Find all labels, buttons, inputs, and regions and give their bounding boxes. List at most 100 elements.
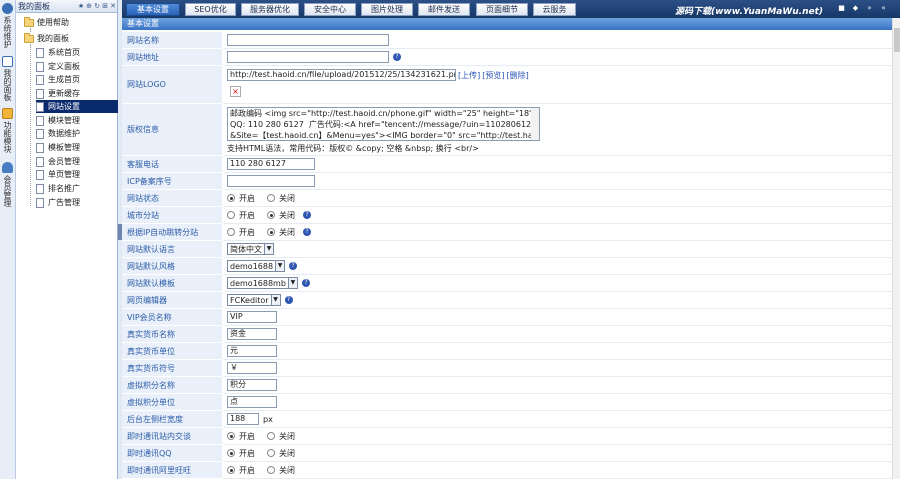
row-credit-unit: 点 bbox=[223, 394, 892, 411]
tree-title: 我的面板 bbox=[18, 1, 50, 11]
tab-server[interactable]: 服务器优化 bbox=[241, 3, 299, 16]
im-chat-on-radio[interactable] bbox=[227, 432, 235, 440]
chevron-down-icon: ▼ bbox=[275, 261, 285, 271]
expand-icon[interactable]: ⊞ bbox=[101, 2, 109, 11]
tree-item-data-maintain[interactable]: 数据维护 bbox=[36, 127, 80, 140]
vip-name-input[interactable]: VIP bbox=[227, 311, 277, 323]
help-icon[interactable]: ? bbox=[303, 228, 311, 236]
window-forward-icon[interactable]: » bbox=[865, 4, 874, 13]
im-ali-on-radio[interactable] bbox=[227, 466, 235, 474]
help-icon[interactable]: ? bbox=[303, 211, 311, 219]
scrollbar-thumb[interactable] bbox=[894, 28, 900, 52]
template-select[interactable]: demo1688mb ▼ bbox=[227, 277, 298, 289]
row-template: demo1688mb ▼ ? bbox=[223, 275, 892, 292]
site-name-input[interactable] bbox=[227, 34, 389, 46]
window-back-icon[interactable]: « bbox=[879, 4, 888, 13]
window-restore-icon[interactable]: ■ bbox=[837, 4, 846, 13]
im-qq-on-radio[interactable] bbox=[227, 449, 235, 457]
tree-header: 我的面板 ★ ⊕ ↻ ⊞ ✕ bbox=[16, 0, 117, 13]
left-module-strip: 系统维护 我的面板 功能模块 会员管理 bbox=[0, 0, 16, 479]
city-branch-on-radio[interactable] bbox=[227, 211, 235, 219]
help-icon[interactable]: ? bbox=[393, 53, 401, 61]
strip-item-members[interactable]: 会员管理 bbox=[0, 162, 15, 207]
logo-url-input[interactable]: http://test.haoid.cn/file/upload/201512/… bbox=[227, 69, 456, 81]
money-symbol-input[interactable]: ￥ bbox=[227, 362, 277, 374]
page-icon bbox=[36, 61, 44, 72]
tree-item-ranking[interactable]: 排名推广 bbox=[36, 182, 80, 195]
site-status-on-radio[interactable] bbox=[227, 194, 235, 202]
tree-item-generate-home[interactable]: 生成首页 bbox=[36, 73, 80, 86]
strip-label-modules: 功能模块 bbox=[3, 121, 12, 153]
money-unit-input[interactable]: 元 bbox=[227, 345, 277, 357]
editor-select[interactable]: FCKeditor ▼ bbox=[227, 294, 281, 306]
tab-security[interactable]: 安全中心 bbox=[304, 3, 356, 16]
label-money-name: 真实货币名称 bbox=[122, 326, 222, 343]
tab-basic[interactable]: 基本设置 bbox=[126, 3, 180, 16]
label-icp: ICP备案序号 bbox=[122, 173, 222, 190]
city-branch-off-radio[interactable] bbox=[267, 211, 275, 219]
page-icon bbox=[36, 47, 44, 58]
help-icon[interactable]: ? bbox=[289, 262, 298, 270]
chevron-down-icon: ▼ bbox=[270, 295, 280, 305]
site-url-input[interactable] bbox=[227, 51, 389, 63]
ip-jump-off-radio[interactable] bbox=[267, 228, 275, 236]
im-chat-off-radio[interactable] bbox=[267, 432, 275, 440]
row-icp bbox=[223, 173, 892, 190]
copyright-textarea[interactable]: 邮政编码 <img src="http://test.haoid.cn/phon… bbox=[227, 107, 540, 141]
ip-jump-on-radio[interactable] bbox=[227, 228, 235, 236]
tree-folder-panel[interactable]: 我的面板 bbox=[24, 32, 69, 45]
favorite-icon[interactable]: ★ bbox=[77, 2, 85, 11]
strip-item-panel[interactable]: 我的面板 bbox=[0, 56, 15, 101]
tree-item-module-manage[interactable]: 模块管理 bbox=[36, 114, 80, 127]
tree-folder-help[interactable]: 使用帮助 bbox=[24, 16, 69, 29]
tab-mail[interactable]: 邮件发送 bbox=[418, 3, 470, 16]
im-ali-off-radio[interactable] bbox=[267, 466, 275, 474]
window-option-icon[interactable]: ◆ bbox=[851, 4, 860, 13]
phone-input[interactable]: 110 280 6127 bbox=[227, 158, 315, 170]
add-icon[interactable]: ⊕ bbox=[85, 2, 93, 11]
refresh-icon[interactable]: ↻ bbox=[93, 2, 101, 11]
preview-link[interactable]: [预览] bbox=[482, 70, 504, 81]
tree-item-define-panel[interactable]: 定义面板 bbox=[36, 60, 80, 73]
strip-item-system[interactable]: 系统维护 bbox=[0, 3, 15, 48]
label-site-url: 网站地址 bbox=[122, 49, 222, 66]
upload-link[interactable]: [上传] bbox=[458, 70, 480, 81]
money-name-input[interactable]: 资金 bbox=[227, 328, 277, 340]
row-im-ali: 开启 关闭 bbox=[223, 462, 892, 479]
label-language: 网站默认语言 bbox=[122, 241, 222, 258]
credit-name-input[interactable]: 积分 bbox=[227, 379, 277, 391]
tab-seo[interactable]: SEO优化 bbox=[185, 3, 236, 16]
tree-item-update-cache[interactable]: 更新缓存 bbox=[36, 87, 80, 100]
page-scrollbar[interactable] bbox=[892, 18, 900, 479]
tree-item-ads[interactable]: 广告管理 bbox=[36, 196, 80, 209]
tab-cloud[interactable]: 云服务 bbox=[533, 3, 576, 16]
row-site-status: 开启 关闭 bbox=[223, 190, 892, 207]
icp-input[interactable] bbox=[227, 175, 315, 187]
help-icon[interactable]: ? bbox=[284, 296, 293, 304]
textarea-scrollbar[interactable] bbox=[531, 108, 539, 140]
strip-label-system: 系统维护 bbox=[3, 16, 12, 48]
site-status-off-radio[interactable] bbox=[267, 194, 275, 202]
im-qq-off-radio[interactable] bbox=[267, 449, 275, 457]
tree-item-home[interactable]: 系统首页 bbox=[36, 46, 80, 59]
tree-item-member-manage[interactable]: 会员管理 bbox=[36, 155, 80, 168]
help-icon[interactable]: ? bbox=[301, 279, 310, 287]
chevron-down-icon: ▼ bbox=[287, 278, 297, 288]
delete-link[interactable]: [删除] bbox=[507, 70, 529, 81]
tree-item-site-settings[interactable]: 网站设置 bbox=[36, 100, 118, 113]
label-im-qq: 即时通讯QQ bbox=[122, 445, 222, 462]
tab-page-detail[interactable]: 页面细节 bbox=[476, 3, 528, 16]
row-im-chat: 开启 关闭 bbox=[223, 428, 892, 445]
close-icon[interactable]: ✕ bbox=[109, 2, 117, 11]
tree-item-single-page[interactable]: 单页管理 bbox=[36, 168, 80, 181]
sidebar-width-input[interactable]: 188 bbox=[227, 413, 259, 425]
tree-item-template-manage[interactable]: 模板管理 bbox=[36, 141, 80, 154]
language-select[interactable]: 简体中文 ▼ bbox=[227, 243, 274, 255]
row-money-name: 资金 bbox=[223, 326, 892, 343]
gear-icon bbox=[2, 3, 13, 14]
style-select[interactable]: demo1688 ▼ bbox=[227, 260, 286, 272]
strip-item-modules[interactable]: 功能模块 bbox=[0, 108, 15, 153]
tab-images[interactable]: 图片处理 bbox=[361, 3, 413, 16]
credit-unit-input[interactable]: 点 bbox=[227, 396, 277, 408]
page-icon bbox=[36, 115, 44, 126]
